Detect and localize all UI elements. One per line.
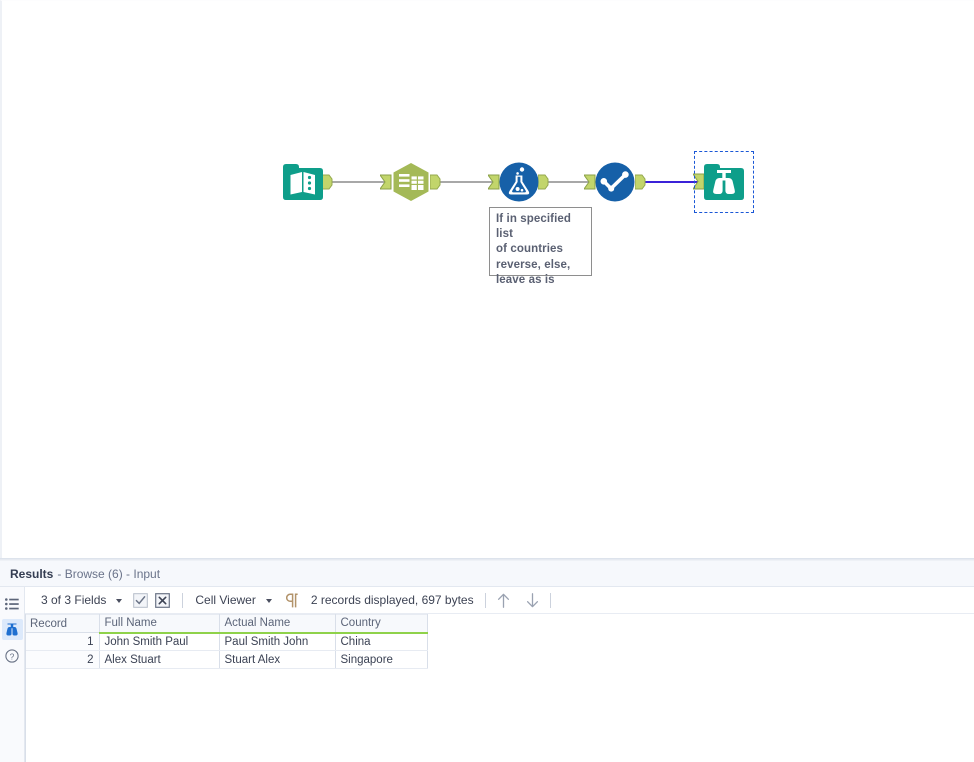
pilcrow-icon bbox=[286, 593, 298, 607]
binoculars-icon bbox=[6, 623, 18, 635]
cell-full-name: John Smith Paul bbox=[99, 632, 220, 651]
column-header-full-name[interactable]: Full Name bbox=[99, 614, 220, 634]
binoculars-icon bbox=[704, 164, 744, 200]
rail-button-list-view[interactable] bbox=[2, 593, 23, 614]
cell-viewer-label: Cell Viewer bbox=[195, 593, 256, 607]
toolbar-divider bbox=[549, 592, 551, 608]
flask-icon bbox=[499, 162, 539, 202]
results-header: Results - Browse (6) - Input bbox=[0, 561, 974, 587]
table-header-row: Record Full Name Actual Name Country bbox=[25, 614, 428, 634]
cell-actual-name: Paul Smith John bbox=[219, 632, 336, 651]
results-title: Results bbox=[10, 566, 54, 581]
record-info-label: 2 records displayed, 697 bytes bbox=[310, 593, 474, 607]
nav-up-button[interactable] bbox=[495, 592, 512, 609]
results-grid[interactable]: Record Full Name Actual Name Country 1 J… bbox=[25, 614, 974, 762]
checkbox-cross-icon bbox=[155, 592, 171, 608]
results-table: Record Full Name Actual Name Country 1 J… bbox=[25, 614, 428, 669]
fields-dropdown[interactable]: 3 of 3 Fields bbox=[38, 587, 123, 613]
alteryx-designer-window: If in specified list of countries revers… bbox=[0, 0, 974, 762]
annotation-line: of countries bbox=[496, 243, 564, 256]
table-row[interactable]: 2 Alex Stuart Stuart Alex Singapore bbox=[25, 650, 428, 669]
tool-browse[interactable] bbox=[703, 161, 747, 205]
rail-button-browse-results[interactable] bbox=[1, 619, 23, 640]
select-all-fields-button[interactable] bbox=[132, 592, 149, 609]
tool-annotation-formula[interactable]: If in specified list of countries revers… bbox=[489, 207, 592, 286]
tool-formula[interactable] bbox=[498, 161, 542, 205]
list-icon bbox=[5, 597, 19, 610]
rail-button-help[interactable]: ? bbox=[2, 645, 23, 666]
results-rail: ? bbox=[0, 587, 25, 762]
column-header-country[interactable]: Country bbox=[335, 614, 428, 634]
grid-left-edge bbox=[25, 614, 26, 762]
toolbar-divider bbox=[484, 592, 486, 608]
chevron-down-icon bbox=[116, 599, 123, 603]
book-open-icon bbox=[283, 164, 323, 200]
results-subtitle: - Browse (6) - Input bbox=[57, 566, 161, 581]
cell-full-name: Alex Stuart bbox=[99, 650, 220, 669]
deselect-all-fields-button[interactable] bbox=[154, 592, 171, 609]
workflow-canvas[interactable]: If in specified list of countries revers… bbox=[0, 0, 974, 558]
checkbox-checked-icon bbox=[133, 592, 149, 608]
show-whitespace-button[interactable] bbox=[284, 592, 301, 609]
question-circle-icon: ? bbox=[5, 648, 19, 663]
chevron-down-icon bbox=[265, 599, 272, 603]
check-line-icon bbox=[595, 162, 635, 202]
table-row[interactable]: 1 John Smith Paul Paul Smith John China bbox=[25, 632, 428, 651]
fields-label: 3 of 3 Fields bbox=[41, 593, 107, 607]
arrow-up-icon bbox=[497, 593, 509, 608]
cell-record: 2 bbox=[25, 650, 100, 669]
tool-data-cleansing[interactable] bbox=[594, 161, 638, 205]
toolbar-divider bbox=[182, 592, 184, 608]
annotation-line: leave as is bbox=[496, 273, 555, 286]
annotation-line: If in specified list bbox=[496, 213, 571, 241]
cell-country: Singapore bbox=[335, 650, 428, 669]
cell-country: China bbox=[335, 632, 428, 651]
nav-down-button[interactable] bbox=[524, 592, 541, 609]
column-header-record[interactable]: Record bbox=[25, 614, 100, 633]
tool-input-data[interactable] bbox=[282, 161, 326, 205]
cell-actual-name: Stuart Alex bbox=[219, 650, 336, 669]
annotation-line: reverse, else, bbox=[496, 258, 571, 271]
tool-select[interactable] bbox=[390, 161, 434, 205]
results-toolbar: 3 of 3 Fields Cell Viewer 2 records disp… bbox=[25, 587, 974, 614]
cell-record: 1 bbox=[25, 632, 100, 651]
arrow-down-icon bbox=[526, 592, 538, 607]
svg-text:?: ? bbox=[10, 651, 15, 661]
cell-viewer-dropdown[interactable]: Cell Viewer bbox=[192, 587, 272, 613]
table-fields-icon bbox=[393, 163, 429, 201]
results-panel: Results - Browse (6) - Input ? 3 of 3 Fi… bbox=[0, 558, 974, 762]
column-header-actual-name[interactable]: Actual Name bbox=[219, 614, 336, 634]
